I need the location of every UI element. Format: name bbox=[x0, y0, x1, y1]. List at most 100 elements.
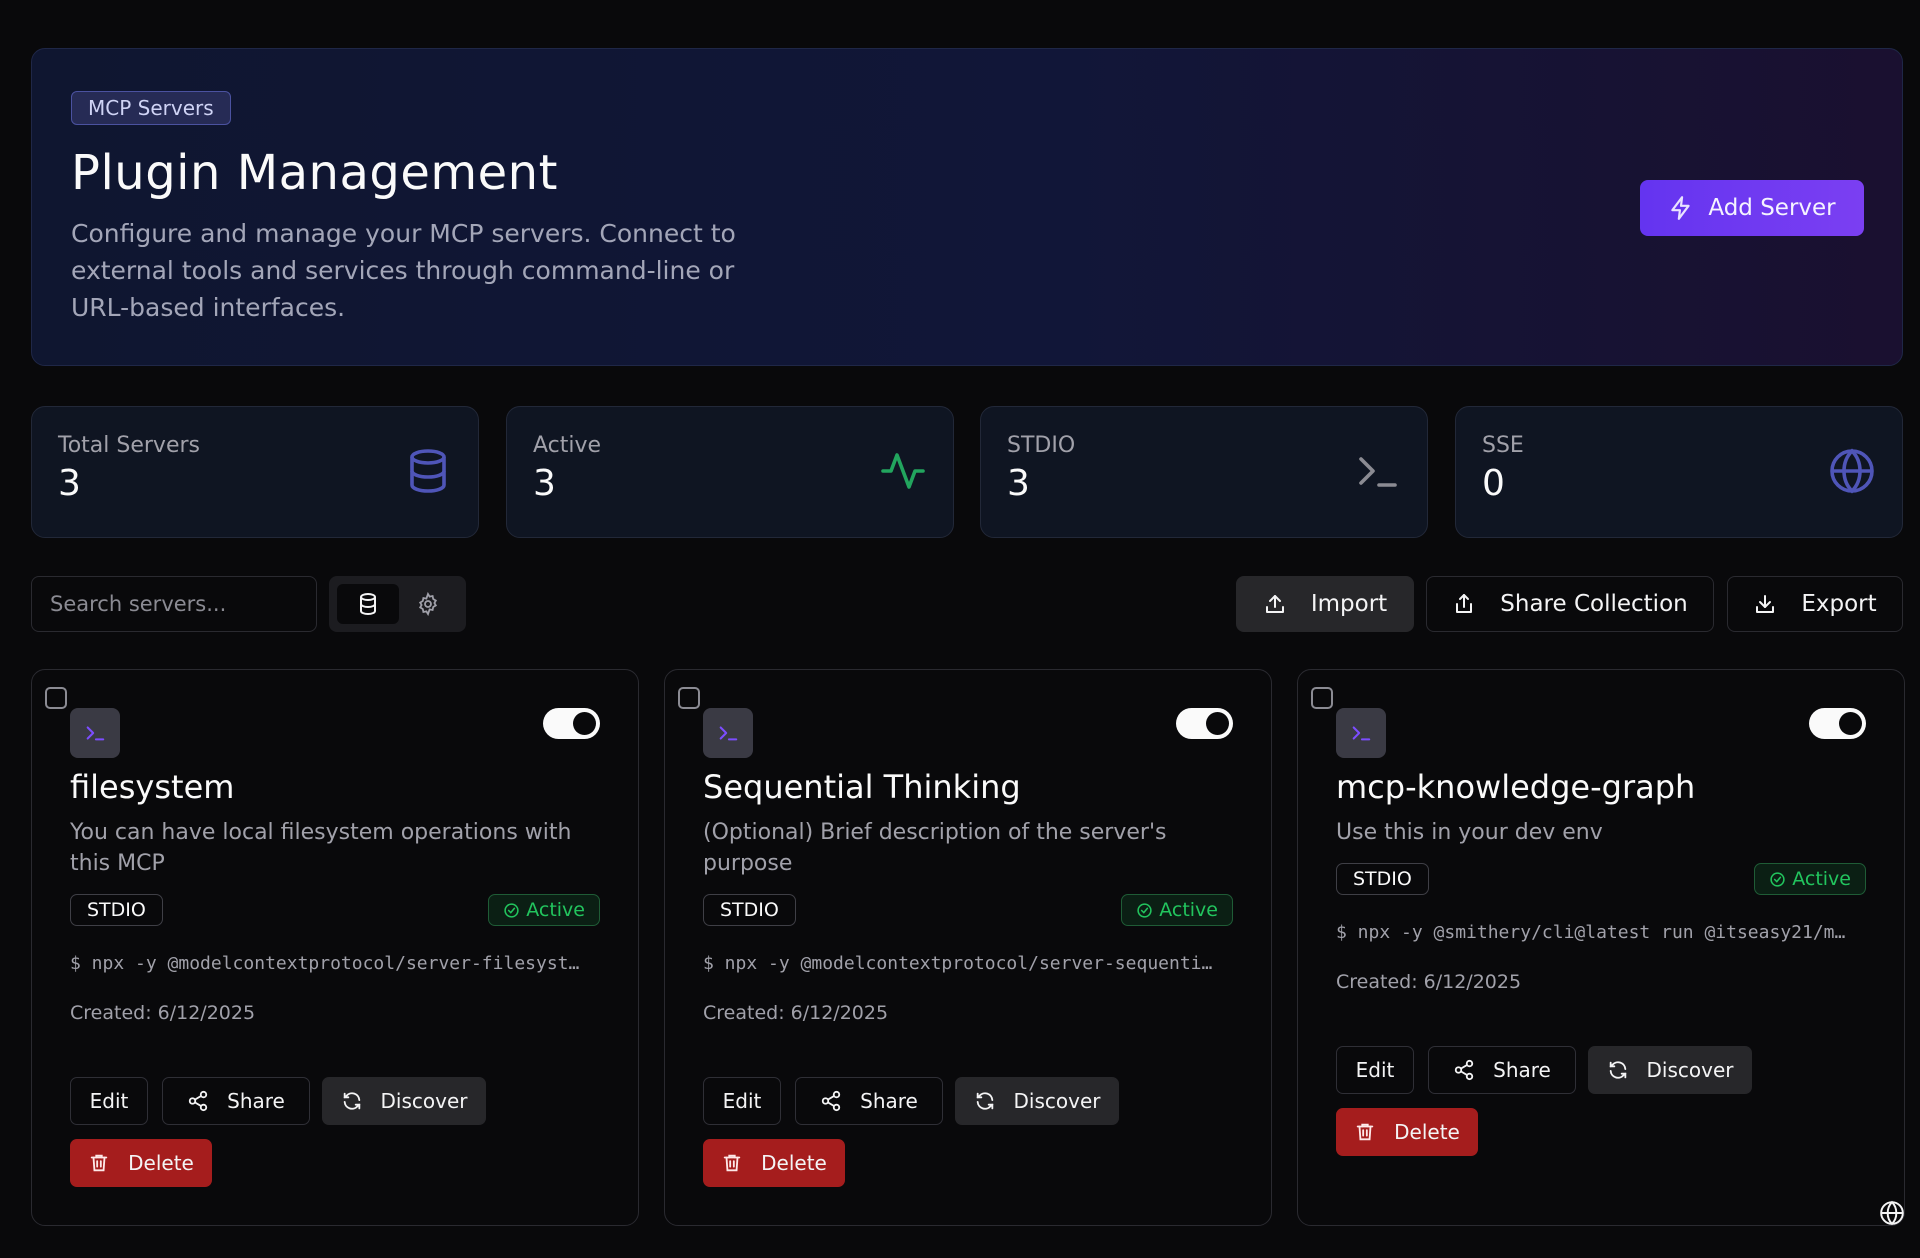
refresh-icon bbox=[1609, 1061, 1626, 1079]
import-button[interactable]: Import bbox=[1236, 576, 1414, 632]
delete-button[interactable]: Delete bbox=[1336, 1108, 1478, 1156]
stat-value: 3 bbox=[58, 463, 81, 504]
status-label: Active bbox=[1792, 868, 1851, 890]
edit-label: Edit bbox=[89, 1089, 129, 1113]
server-description: You can have local filesystem operations… bbox=[70, 820, 572, 876]
edit-button[interactable]: Edit bbox=[1336, 1046, 1414, 1094]
status-badge: Active bbox=[1754, 863, 1866, 895]
share-collection-label: Share Collection bbox=[1500, 591, 1688, 617]
section-badge: MCP Servers bbox=[71, 91, 231, 125]
stat-label: Active bbox=[533, 433, 602, 458]
stat-total-servers: Total Servers 3 bbox=[31, 406, 479, 538]
database-icon bbox=[410, 449, 446, 493]
terminal-icon bbox=[1359, 457, 1397, 487]
stat-label: STDIO bbox=[1007, 433, 1076, 458]
server-type-icon bbox=[1336, 708, 1386, 758]
globe-icon bbox=[1830, 448, 1874, 494]
status-label: Active bbox=[526, 899, 585, 921]
server-card: mcp-knowledge-graph Use this in your dev… bbox=[1297, 669, 1905, 1226]
server-command: $ npx -y @smithery/cli@latest run @itsea… bbox=[1336, 922, 1846, 943]
check-circle-icon bbox=[504, 902, 519, 918]
share-nodes-icon bbox=[1454, 1059, 1474, 1081]
enable-toggle[interactable] bbox=[1176, 708, 1233, 739]
select-checkbox[interactable] bbox=[45, 687, 67, 709]
stat-value: 3 bbox=[1007, 463, 1030, 504]
add-server-button[interactable]: Add Server bbox=[1640, 180, 1864, 236]
type-badge: STDIO bbox=[703, 894, 796, 926]
type-badge: STDIO bbox=[70, 894, 163, 926]
select-checkbox[interactable] bbox=[1311, 687, 1333, 709]
created-date: Created: 6/12/2025 bbox=[1336, 971, 1522, 993]
discover-label: Discover bbox=[380, 1089, 468, 1113]
share-label: Share bbox=[227, 1089, 285, 1113]
check-circle-icon bbox=[1770, 871, 1785, 887]
trash-icon bbox=[1356, 1123, 1374, 1141]
type-badge: STDIO bbox=[1336, 863, 1429, 895]
delete-button[interactable]: Delete bbox=[70, 1139, 212, 1187]
server-name: mcp-knowledge-graph bbox=[1336, 768, 1696, 806]
discover-label: Discover bbox=[1646, 1058, 1734, 1082]
view-settings-button[interactable] bbox=[397, 584, 459, 624]
share-button[interactable]: Share bbox=[162, 1077, 310, 1125]
status-label: Active bbox=[1159, 899, 1218, 921]
stat-active: Active 3 bbox=[506, 406, 954, 538]
check-circle-icon bbox=[1137, 902, 1152, 918]
page-description: Configure and manage your MCP servers. C… bbox=[71, 219, 736, 322]
server-type-icon bbox=[703, 708, 753, 758]
activity-icon bbox=[881, 453, 925, 489]
edit-label: Edit bbox=[1355, 1058, 1395, 1082]
server-description: Use this in your dev env bbox=[1336, 820, 1603, 845]
share-icon bbox=[1456, 594, 1473, 613]
view-servers-button[interactable] bbox=[337, 584, 399, 624]
refresh-icon bbox=[976, 1092, 993, 1110]
upload-icon bbox=[1265, 595, 1284, 613]
delete-button[interactable]: Delete bbox=[703, 1139, 845, 1187]
edit-button[interactable]: Edit bbox=[70, 1077, 148, 1125]
share-label: Share bbox=[1493, 1058, 1551, 1082]
enable-toggle[interactable] bbox=[1809, 708, 1866, 739]
trash-icon bbox=[723, 1154, 741, 1172]
terminal-icon bbox=[86, 726, 105, 741]
trash-icon bbox=[90, 1154, 108, 1172]
stat-label: Total Servers bbox=[58, 433, 200, 458]
page-title: Plugin Management bbox=[71, 145, 558, 201]
discover-button[interactable]: Discover bbox=[955, 1077, 1119, 1125]
stat-value: 3 bbox=[533, 463, 556, 504]
server-name: Sequential Thinking bbox=[703, 768, 1021, 806]
enable-toggle[interactable] bbox=[543, 708, 600, 739]
export-label: Export bbox=[1801, 591, 1877, 617]
discover-label: Discover bbox=[1013, 1089, 1101, 1113]
import-label: Import bbox=[1310, 591, 1388, 617]
stat-label: SSE bbox=[1482, 433, 1524, 458]
terminal-icon bbox=[719, 726, 738, 741]
created-date: Created: 6/12/2025 bbox=[703, 1002, 889, 1024]
server-card: Sequential Thinking (Optional) Brief des… bbox=[664, 669, 1272, 1226]
share-button[interactable]: Share bbox=[795, 1077, 943, 1125]
refresh-icon bbox=[343, 1092, 360, 1110]
discover-button[interactable]: Discover bbox=[322, 1077, 486, 1125]
delete-label: Delete bbox=[1394, 1120, 1460, 1144]
lightning-icon bbox=[1671, 196, 1691, 220]
share-label: Share bbox=[860, 1089, 918, 1113]
add-server-label: Add Server bbox=[1708, 195, 1836, 221]
select-checkbox[interactable] bbox=[678, 687, 700, 709]
language-globe-icon[interactable] bbox=[1879, 1200, 1905, 1226]
share-button[interactable]: Share bbox=[1428, 1046, 1576, 1094]
discover-button[interactable]: Discover bbox=[1588, 1046, 1752, 1094]
share-collection-button[interactable]: Share Collection bbox=[1426, 576, 1714, 632]
share-nodes-icon bbox=[188, 1090, 208, 1112]
stat-value: 0 bbox=[1482, 463, 1505, 504]
server-type-icon bbox=[70, 708, 120, 758]
server-card: filesystem You can have local filesystem… bbox=[31, 669, 639, 1226]
created-date: Created: 6/12/2025 bbox=[70, 1002, 256, 1024]
export-button[interactable]: Export bbox=[1727, 576, 1903, 632]
server-description: (Optional) Brief description of the serv… bbox=[703, 820, 1167, 876]
status-badge: Active bbox=[488, 894, 600, 926]
edit-button[interactable]: Edit bbox=[703, 1077, 781, 1125]
search-input[interactable] bbox=[31, 576, 317, 632]
stat-stdio: STDIO 3 bbox=[980, 406, 1428, 538]
hero-panel: MCP Servers Plugin Management Configure … bbox=[31, 48, 1903, 366]
edit-label: Edit bbox=[722, 1089, 762, 1113]
stat-sse: SSE 0 bbox=[1455, 406, 1903, 538]
server-command: $ npx -y @modelcontextprotocol/server-fi… bbox=[70, 953, 580, 974]
